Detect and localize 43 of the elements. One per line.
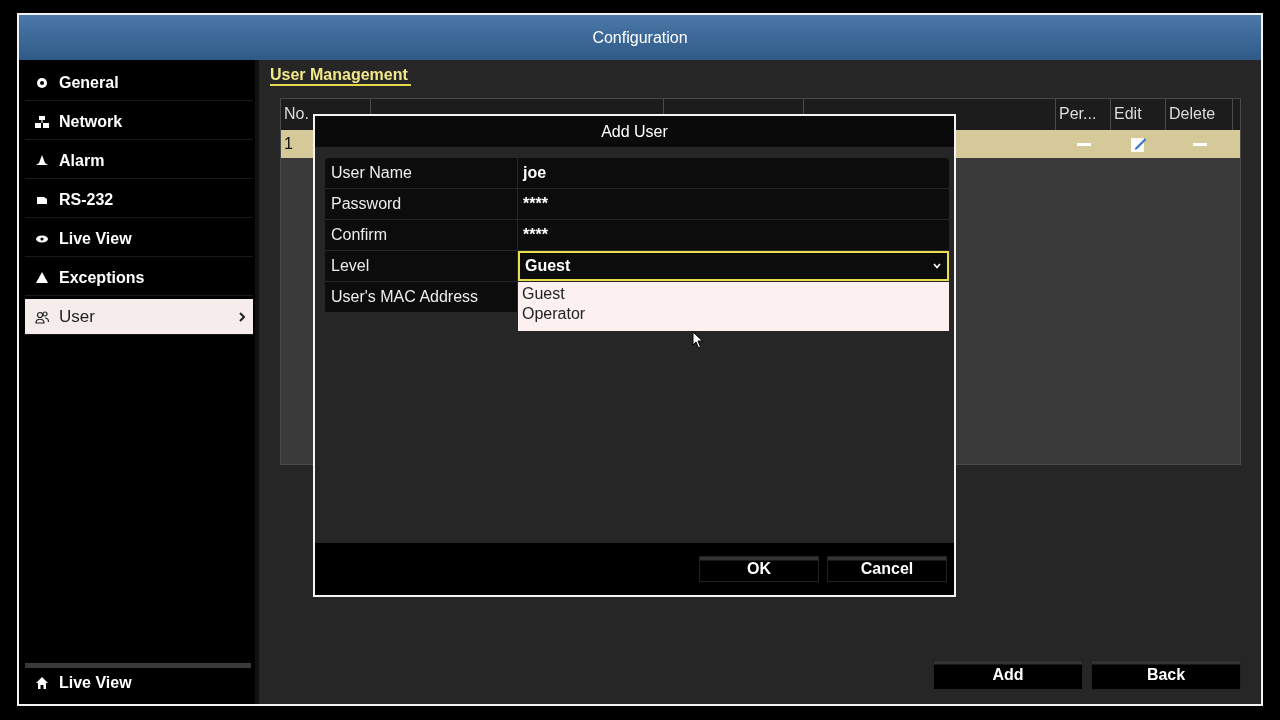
action-button[interactable]: Add	[933, 660, 1083, 690]
dropdown-option[interactable]: Operator	[522, 305, 945, 325]
section-title: User Management	[270, 66, 411, 86]
sidebar-item[interactable]: RS-232	[25, 182, 253, 218]
field-label: Password	[331, 195, 402, 213]
column-header: No.	[284, 105, 309, 122]
sidebar-item[interactable]: General	[25, 65, 253, 101]
sidebar-item[interactable]: Network	[25, 104, 253, 140]
dialog-button[interactable]: OK	[699, 556, 819, 582]
gear-icon	[35, 75, 49, 90]
network-icon	[35, 114, 49, 129]
input-field[interactable]: joe	[518, 158, 949, 188]
field-label: Confirm	[331, 226, 387, 244]
bell-icon	[35, 153, 49, 168]
caret-icon	[933, 263, 941, 269]
table-cell: 1	[284, 135, 293, 153]
sidebar-item[interactable]: Live View	[25, 668, 251, 698]
sidebar-item[interactable]: User	[25, 299, 253, 335]
field-label: Level	[331, 257, 370, 275]
field-label: User's MAC Address	[331, 288, 479, 306]
dialog-button[interactable]: Cancel	[827, 556, 947, 582]
sidebar-item[interactable]: Exceptions	[25, 260, 253, 296]
edit-icon[interactable]	[1130, 135, 1147, 153]
dropdown-option[interactable]: Guest	[522, 285, 945, 305]
action-button[interactable]: Back	[1091, 660, 1241, 690]
dialog-title: Add User	[315, 116, 954, 147]
home-icon	[35, 676, 49, 690]
sidebar-item[interactable]: Alarm	[25, 143, 253, 179]
window-title: Configuration	[592, 28, 688, 47]
cursor-icon	[692, 331, 704, 349]
dash-icon	[1076, 142, 1091, 146]
input-field[interactable]: ****	[518, 220, 949, 250]
column-header: Edit	[1114, 105, 1142, 122]
level-dropdown[interactable]: Guest	[518, 251, 949, 281]
chevron-icon	[239, 311, 245, 322]
dash-icon	[1192, 142, 1207, 146]
sidebar-item[interactable]: Live View	[25, 221, 253, 257]
users-icon	[35, 309, 49, 324]
field-label: User Name	[331, 164, 412, 182]
input-field[interactable]: ****	[518, 189, 949, 219]
column-header: Per...	[1059, 105, 1097, 122]
column-header: Delete	[1169, 105, 1216, 122]
warning-icon	[35, 270, 49, 285]
